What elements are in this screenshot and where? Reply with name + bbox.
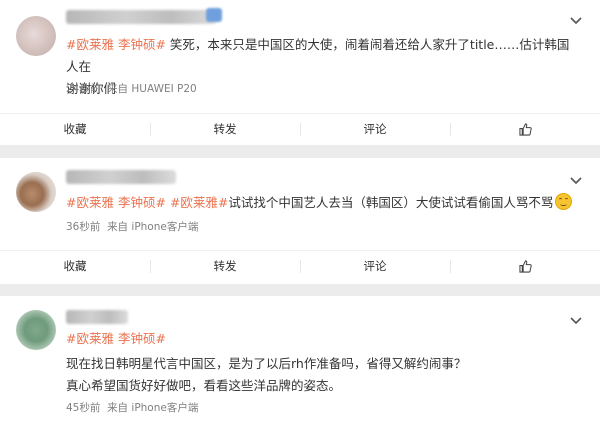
topic-tag[interactable]: #欧莱雅#: [170, 195, 228, 210]
repost-label: 转发: [213, 122, 237, 136]
action-bar: 收藏 转发 评论: [0, 113, 600, 144]
topic-tag[interactable]: #欧莱雅: [66, 331, 114, 346]
topic-tag[interactable]: 李钟硕#: [118, 331, 166, 346]
repost-button[interactable]: 转发: [150, 114, 300, 144]
user-badge: [206, 8, 222, 22]
thumbs-up-icon: [518, 122, 532, 136]
post-text: #欧莱雅 李钟硕#: [66, 328, 580, 350]
post-meta: 36秒前 来自 iPhone客户端: [66, 219, 198, 234]
comment-label: 评论: [363, 122, 387, 136]
chevron-down-icon[interactable]: [570, 317, 582, 325]
like-button[interactable]: [450, 251, 600, 281]
repost-button[interactable]: 转发: [150, 251, 300, 281]
username-blurred[interactable]: [66, 310, 128, 324]
post-text-line: 真心希望国货好好做吧，看看这些洋品牌的姿态。: [66, 378, 342, 393]
username-blurred[interactable]: [66, 10, 216, 24]
post-time[interactable]: 36秒前: [66, 221, 100, 233]
smile-emoji-icon: [555, 193, 573, 210]
topic-tag[interactable]: #欧莱雅: [66, 195, 114, 210]
favorite-button[interactable]: 收藏: [0, 251, 150, 281]
post-time[interactable]: 45秒前: [66, 402, 100, 414]
favorite-label: 收藏: [63, 259, 87, 273]
avatar[interactable]: [16, 310, 56, 350]
username-blurred[interactable]: [66, 170, 176, 184]
post-text-line: 现在找日韩明星代言中国区，是为了以后rh作准备吗，省得又解约闹事？: [66, 356, 467, 371]
post-meta: 45秒前 来自 iPhone客户端: [66, 400, 198, 415]
weibo-post-card: #欧莱雅 李钟硕# 笑死，本来只是中国区的大使，闹着闹着还给人家升了title……: [0, 0, 600, 145]
comment-label: 评论: [363, 259, 387, 273]
post-text-line: 试试找个中国艺人去当（韩国区）大使试试看偷国人骂不骂: [228, 195, 554, 210]
topic-tag[interactable]: 李钟硕#: [118, 195, 166, 210]
chevron-down-icon[interactable]: [570, 177, 582, 185]
like-button[interactable]: [450, 114, 600, 144]
favorite-button[interactable]: 收藏: [0, 114, 150, 144]
action-bar: 收藏 转发 评论: [0, 250, 600, 281]
post-meta: 24秒前 来自 HUAWEI P20: [66, 81, 197, 96]
comment-button[interactable]: 评论: [300, 251, 450, 281]
chevron-down-icon[interactable]: [570, 17, 582, 25]
topic-tag[interactable]: #欧莱雅: [66, 37, 114, 52]
topic-tag[interactable]: 李钟硕#: [118, 37, 166, 52]
post-source: 来自 HUAWEI P20: [107, 83, 197, 95]
post-time[interactable]: 24秒前: [66, 83, 100, 95]
post-text: #欧莱雅 李钟硕# #欧莱雅#试试找个中国艺人去当（韩国区）大使试试看偷国人骂不…: [66, 192, 580, 214]
avatar[interactable]: [16, 16, 56, 56]
post-text: 现在找日韩明星代言中国区，是为了以后rh作准备吗，省得又解约闹事？ 真心希望国货…: [66, 353, 580, 397]
post-source: 来自 iPhone客户端: [107, 221, 199, 233]
avatar[interactable]: [16, 172, 56, 212]
repost-label: 转发: [213, 259, 237, 273]
comment-button[interactable]: 评论: [300, 114, 450, 144]
favorite-label: 收藏: [63, 122, 87, 136]
weibo-post-card: #欧莱雅 李钟硕# 现在找日韩明星代言中国区，是为了以后rh作准备吗，省得又解约…: [0, 296, 600, 434]
thumbs-up-icon: [518, 259, 532, 273]
post-source: 来自 iPhone客户端: [107, 402, 199, 414]
weibo-post-card: #欧莱雅 李钟硕# #欧莱雅#试试找个中国艺人去当（韩国区）大使试试看偷国人骂不…: [0, 158, 600, 284]
